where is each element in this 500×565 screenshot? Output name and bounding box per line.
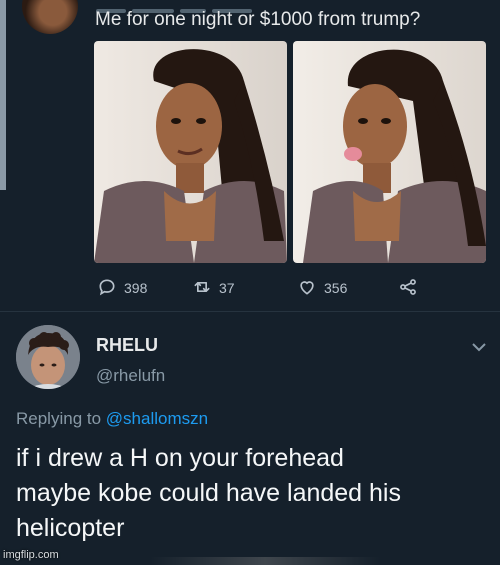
divider bbox=[0, 311, 500, 312]
bottom-artifact bbox=[150, 557, 380, 565]
replying-to-label: Replying to bbox=[16, 409, 102, 428]
tweet-text: Me for one night or $1000 from trump? bbox=[95, 9, 421, 30]
like-icon bbox=[297, 277, 324, 300]
chevron-down-icon[interactable] bbox=[472, 339, 486, 352]
reply-icon bbox=[97, 277, 124, 300]
retweet-icon bbox=[192, 277, 219, 300]
share-button[interactable] bbox=[398, 276, 425, 300]
reply-text: if i drew a H on your forehead maybe kob… bbox=[16, 441, 496, 546]
share-icon bbox=[398, 277, 425, 300]
reply-text-line: maybe kobe could have landed his bbox=[16, 479, 401, 507]
cut-off-author-line bbox=[96, 0, 336, 13]
reply-button[interactable]: 398 bbox=[97, 276, 147, 300]
reply-text-line: if i drew a H on your forehead bbox=[16, 444, 344, 472]
tweet-photo[interactable] bbox=[293, 41, 486, 263]
thread-line bbox=[0, 0, 6, 190]
replying-to-line: Replying to @shallomszn bbox=[16, 409, 208, 429]
mention-link[interactable]: @shallomszn bbox=[106, 409, 208, 428]
reply-count: 398 bbox=[124, 280, 148, 296]
reply-author-handle[interactable]: @rhelufn bbox=[96, 366, 165, 386]
retweet-button[interactable]: 37 bbox=[192, 276, 235, 300]
original-tweet: Me for one night or $1000 from trump? 39… bbox=[0, 0, 500, 312]
avatar[interactable] bbox=[22, 0, 78, 34]
watermark: imgflip.com bbox=[3, 549, 59, 561]
like-count: 356 bbox=[324, 280, 348, 296]
tweet-photo[interactable] bbox=[94, 41, 287, 263]
retweet-count: 37 bbox=[219, 280, 235, 296]
tweet-actions: 398 37 356 bbox=[0, 276, 500, 300]
like-button[interactable]: 356 bbox=[297, 276, 347, 300]
avatar[interactable] bbox=[16, 325, 80, 389]
reply-author-name[interactable]: RHELU bbox=[96, 335, 158, 356]
reply-text-line: helicopter bbox=[16, 514, 125, 542]
